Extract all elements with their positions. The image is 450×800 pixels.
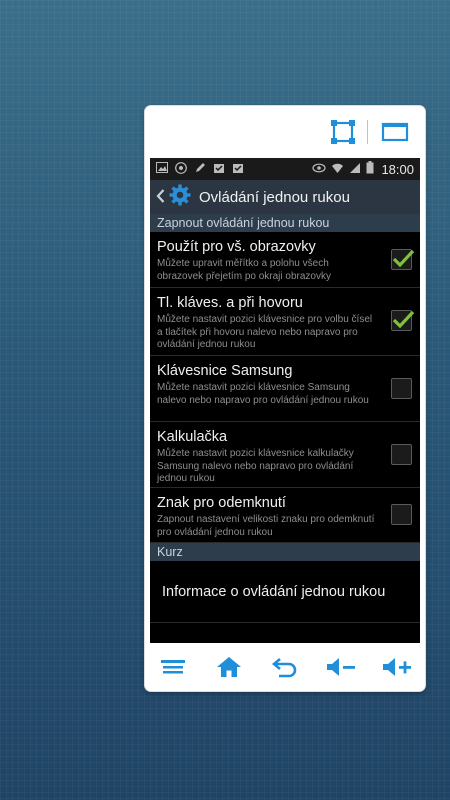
setting-row-all-screens[interactable]: Použít pro vš. obrazovky Můžete upravit … bbox=[150, 232, 420, 288]
status-bar: 18:00 bbox=[150, 158, 420, 180]
setting-title: Použít pro vš. obrazovky bbox=[157, 239, 316, 255]
page-title: Ovládání jednou rukou bbox=[199, 188, 350, 206]
checkbox-all-screens[interactable] bbox=[391, 249, 415, 270]
volume-up-icon[interactable] bbox=[377, 651, 417, 683]
setting-row-calculator[interactable]: Kalkulačka Můžete nastavit pozici kláves… bbox=[150, 422, 420, 488]
chevron-left-icon[interactable] bbox=[156, 187, 165, 208]
pen-icon bbox=[194, 162, 206, 177]
checkbox-samsung-keyboard[interactable] bbox=[391, 378, 412, 399]
bottom-bar bbox=[145, 643, 425, 691]
status-time: 18:00 bbox=[381, 161, 414, 177]
setting-description: Můžete nastavit pozici klávesnice kalkul… bbox=[157, 448, 354, 484]
home-icon[interactable] bbox=[209, 651, 249, 683]
window-icon[interactable] bbox=[380, 118, 410, 146]
gallery-icon bbox=[156, 162, 168, 176]
signal-icon bbox=[349, 162, 361, 177]
clipboard-check-icon bbox=[213, 162, 225, 177]
setting-title: Klávesnice Samsung bbox=[157, 363, 293, 379]
setting-title: Znak pro odemknutí bbox=[157, 495, 286, 511]
section-header-course: Kurz bbox=[150, 543, 420, 561]
wifi-icon bbox=[331, 162, 344, 177]
setting-row-unlock-pattern[interactable]: Znak pro odemknutí Zapnout nastavení vel… bbox=[150, 488, 420, 543]
frame-toolbar bbox=[145, 106, 425, 158]
clipboard-check-icon bbox=[232, 162, 244, 177]
resize-icon[interactable] bbox=[328, 118, 358, 146]
checkbox-keyboard-call[interactable] bbox=[391, 310, 415, 331]
info-one-hand-operation[interactable]: Informace o ovládání jednou rukou bbox=[150, 561, 420, 623]
back-icon[interactable] bbox=[265, 651, 305, 683]
setting-description: Zapnout nastavení velikosti znaku pro od… bbox=[157, 514, 375, 538]
chrome-icon bbox=[175, 161, 187, 177]
setting-title: Tl. kláves. a při hovoru bbox=[157, 295, 303, 311]
one-hand-frame: 18:00 Ovládání jednou rukou Zapnout ovlá… bbox=[145, 106, 425, 691]
battery-icon bbox=[366, 161, 374, 177]
setting-description: Můžete nastavit pozici klávesnice pro vo… bbox=[157, 314, 373, 350]
action-bar: Ovládání jednou rukou bbox=[150, 180, 420, 214]
phone-screen: 18:00 Ovládání jednou rukou Zapnout ovlá… bbox=[150, 158, 420, 643]
setting-title: Kalkulačka bbox=[157, 429, 228, 445]
toolbar-divider bbox=[367, 120, 368, 144]
setting-row-samsung-keyboard[interactable]: Klávesnice Samsung Můžete nastavit pozic… bbox=[150, 356, 420, 422]
section-header-enable: Zapnout ovládání jednou rukou bbox=[150, 214, 420, 232]
settings-gear-icon[interactable] bbox=[169, 184, 191, 211]
volume-down-icon[interactable] bbox=[321, 651, 361, 683]
menu-icon[interactable] bbox=[153, 651, 193, 683]
setting-row-keyboard-call[interactable]: Tl. kláves. a při hovoru Můžete nastavit… bbox=[150, 288, 420, 356]
eye-icon bbox=[312, 162, 327, 176]
checkbox-calculator[interactable] bbox=[391, 444, 412, 465]
checkbox-unlock-pattern[interactable] bbox=[391, 504, 412, 525]
setting-description: Můžete upravit měřítko a polohu všech ob… bbox=[157, 258, 331, 282]
setting-description: Můžete nastavit pozici klávesnice Samsun… bbox=[157, 382, 369, 406]
